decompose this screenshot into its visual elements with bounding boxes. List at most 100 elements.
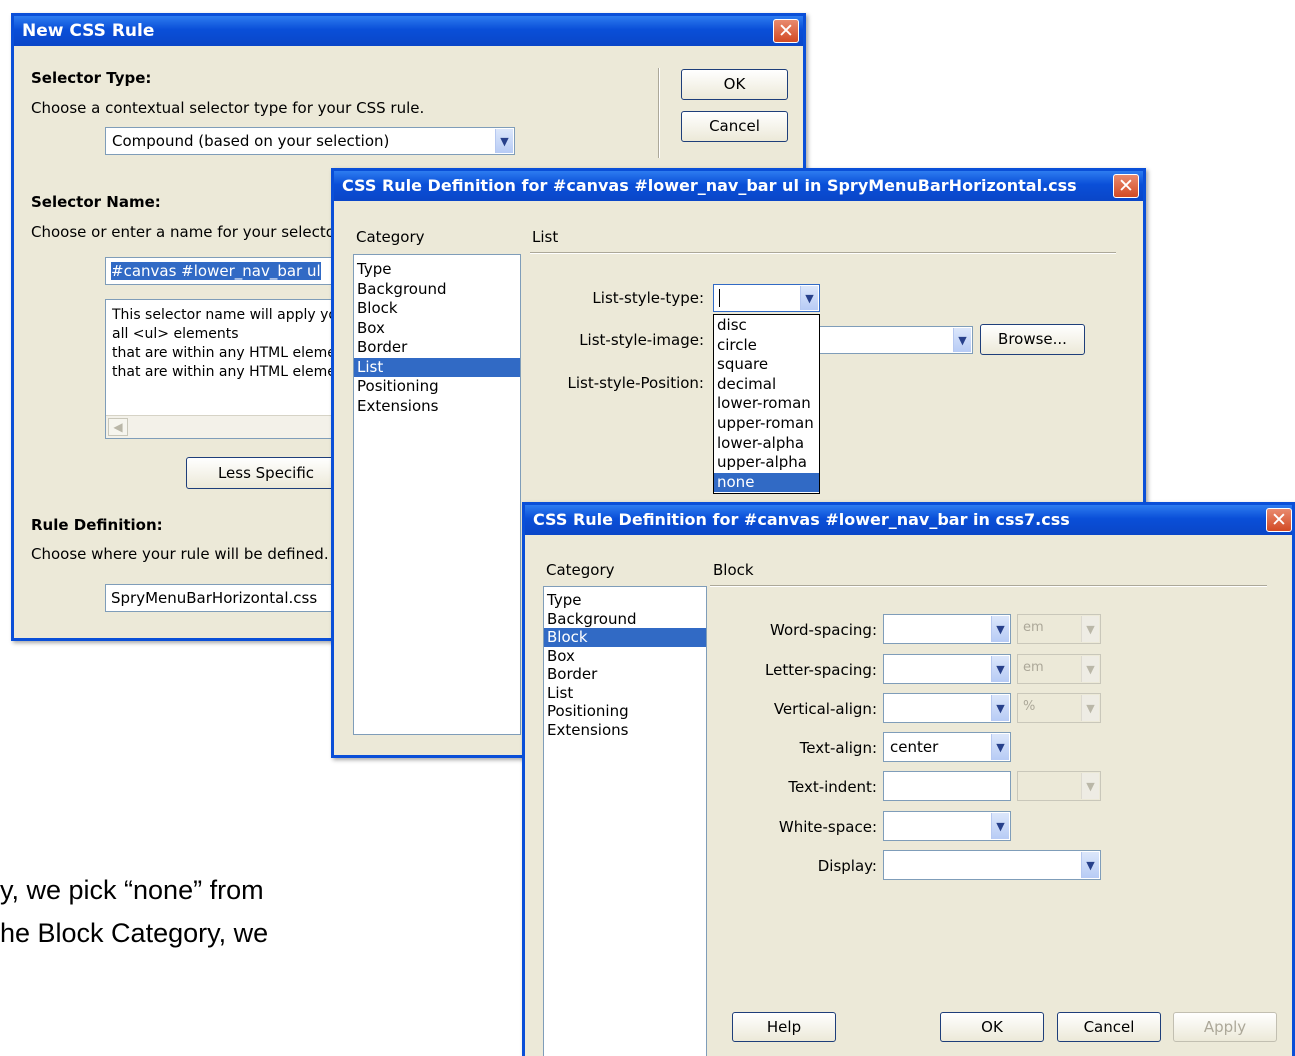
cancel-button[interactable]: Cancel: [1057, 1012, 1161, 1042]
browse-button[interactable]: Browse...: [980, 324, 1085, 355]
chevron-down-icon[interactable]: ▼: [991, 616, 1009, 642]
chevron-down-icon[interactable]: ▼: [953, 328, 971, 352]
category-item[interactable]: Border: [544, 665, 706, 684]
dialog-title: New CSS Rule: [22, 21, 155, 41]
word-spacing-select[interactable]: ▼: [883, 614, 1011, 644]
new-css-rule-titlebar: New CSS Rule: [14, 16, 803, 46]
list-style-type-dropdown[interactable]: disc circle square decimal lower-roman u…: [713, 314, 820, 494]
selector-name-input[interactable]: #canvas #lower_nav_bar ul: [105, 257, 345, 285]
category-item[interactable]: Type: [544, 591, 706, 610]
text-indent-unit-select: ▼: [1017, 771, 1101, 801]
category-item-selected[interactable]: Block: [544, 628, 706, 647]
list-style-type-select[interactable]: ▼: [713, 284, 820, 312]
category-list[interactable]: Type Background Block Box Border List Po…: [353, 254, 521, 735]
dialog-title: CSS Rule Definition for #canvas #lower_n…: [342, 176, 1077, 195]
horizontal-scrollbar[interactable]: ◀: [106, 415, 344, 438]
dropdown-option[interactable]: upper-alpha: [714, 453, 819, 473]
category-label: Category: [356, 228, 425, 246]
category-item[interactable]: Positioning: [354, 377, 520, 397]
close-icon[interactable]: ✕: [1113, 174, 1139, 198]
selector-name-value: #canvas #lower_nav_bar ul: [111, 262, 321, 280]
category-label: Category: [546, 561, 615, 579]
display-label: Display:: [817, 857, 877, 875]
category-item-selected[interactable]: List: [354, 357, 520, 377]
vertical-align-select[interactable]: ▼: [883, 693, 1011, 723]
text-cursor: [719, 288, 720, 307]
text-align-select[interactable]: center ▼: [883, 732, 1011, 762]
help-button[interactable]: Help: [732, 1012, 836, 1042]
text-align-value: center: [890, 738, 939, 756]
category-item[interactable]: Border: [354, 338, 520, 358]
ok-button[interactable]: OK: [681, 69, 788, 100]
letter-spacing-select[interactable]: ▼: [883, 654, 1011, 684]
category-item[interactable]: Block: [354, 299, 520, 319]
category-item[interactable]: Box: [544, 647, 706, 666]
letter-spacing-unit-select: em ▼: [1017, 654, 1101, 684]
rule-definition-select[interactable]: SpryMenuBarHorizontal.css: [105, 584, 345, 612]
block-rule-definition-dialog: CSS Rule Definition for #canvas #lower_n…: [522, 502, 1295, 1056]
rule-definition-value: SpryMenuBarHorizontal.css: [111, 589, 318, 607]
preview-line: This selector name will apply yo: [112, 307, 337, 323]
chevron-down-icon: ▼: [1081, 773, 1099, 799]
category-item[interactable]: List: [544, 684, 706, 703]
chevron-down-icon: ▼: [1081, 656, 1099, 682]
letter-spacing-label: Letter-spacing:: [765, 661, 877, 679]
white-space-select[interactable]: ▼: [883, 811, 1011, 841]
chevron-down-icon[interactable]: ▼: [991, 813, 1009, 839]
vertical-divider: [658, 68, 660, 158]
scroll-left-icon[interactable]: ◀: [108, 418, 128, 436]
chevron-down-icon[interactable]: ▼: [991, 734, 1009, 760]
chevron-down-icon[interactable]: ▼: [800, 286, 818, 310]
dropdown-option[interactable]: square: [714, 355, 819, 375]
list-style-image-label: List-style-image:: [579, 331, 704, 349]
apply-button: Apply: [1173, 1012, 1277, 1042]
less-specific-button[interactable]: Less Specific: [186, 457, 346, 489]
selector-type-heading: Selector Type:: [31, 69, 152, 87]
dropdown-option[interactable]: lower-alpha: [714, 434, 819, 454]
text-indent-label: Text-indent:: [788, 778, 877, 796]
dropdown-option[interactable]: upper-roman: [714, 414, 819, 434]
dropdown-option-selected[interactable]: none: [714, 472, 819, 493]
letter-spacing-unit: em: [1023, 660, 1044, 675]
close-icon[interactable]: ✕: [773, 19, 799, 43]
category-item[interactable]: Box: [354, 319, 520, 339]
word-spacing-label: Word-spacing:: [770, 621, 877, 639]
category-item[interactable]: Positioning: [544, 702, 706, 721]
vertical-align-label: Vertical-align:: [773, 700, 877, 718]
category-item[interactable]: Type: [354, 260, 520, 280]
preview-line: that are within any HTML eleme: [112, 345, 336, 361]
selector-type-select[interactable]: Compound (based on your selection) ▼: [105, 127, 515, 155]
chevron-down-icon: ▼: [1081, 695, 1099, 721]
category-item[interactable]: Extensions: [544, 721, 706, 740]
dropdown-option[interactable]: lower-roman: [714, 394, 819, 414]
dropdown-option[interactable]: disc: [714, 316, 819, 336]
category-item[interactable]: Background: [544, 610, 706, 629]
chevron-down-icon[interactable]: ▼: [1081, 852, 1099, 878]
background-text-line1: y, we pick “none” from: [0, 875, 264, 905]
chevron-down-icon[interactable]: ▼: [991, 656, 1009, 682]
dropdown-option[interactable]: decimal: [714, 375, 819, 395]
selector-name-heading: Selector Name:: [31, 193, 161, 211]
word-spacing-unit-select: em ▼: [1017, 614, 1101, 644]
text-indent-input[interactable]: [883, 771, 1011, 801]
category-item[interactable]: Extensions: [354, 397, 520, 417]
panel-separator: [530, 252, 1116, 254]
category-item[interactable]: Background: [354, 280, 520, 300]
preview-line: that are within any HTML eleme: [112, 364, 336, 380]
dropdown-option[interactable]: circle: [714, 336, 819, 356]
chevron-down-icon: ▼: [1081, 616, 1099, 642]
dialog-title: CSS Rule Definition for #canvas #lower_n…: [533, 510, 1070, 529]
vertical-align-unit: %: [1023, 699, 1036, 714]
close-icon[interactable]: ✕: [1266, 508, 1292, 532]
selector-preview-box: This selector name will apply yo all <ul…: [105, 299, 345, 439]
chevron-down-icon[interactable]: ▼: [495, 129, 513, 153]
display-select[interactable]: ▼: [883, 850, 1101, 880]
list-style-position-label: List-style-Position:: [567, 374, 704, 392]
selector-type-value: Compound (based on your selection): [112, 132, 390, 150]
cancel-button[interactable]: Cancel: [681, 111, 788, 142]
chevron-down-icon[interactable]: ▼: [991, 695, 1009, 721]
word-spacing-unit: em: [1023, 620, 1044, 635]
ok-button[interactable]: OK: [940, 1012, 1044, 1042]
panel-title: List: [532, 228, 559, 246]
category-list[interactable]: Type Background Block Box Border List Po…: [543, 586, 707, 1056]
